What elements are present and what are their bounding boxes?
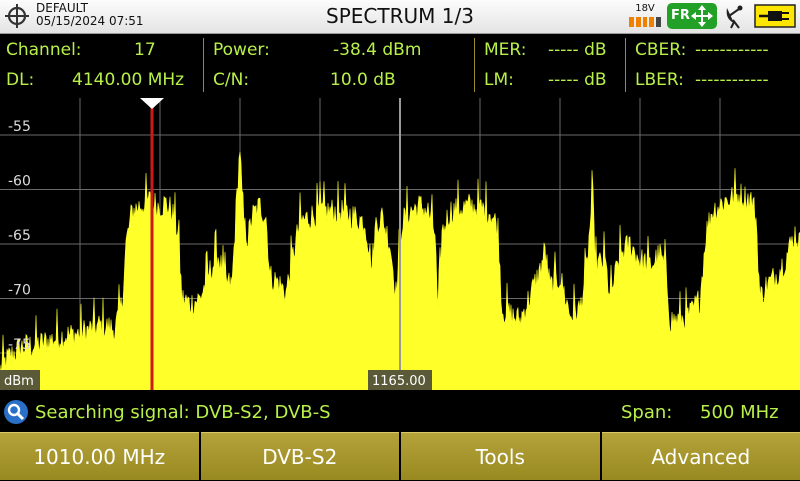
spectrum-plot[interactable]: -55 -60 -65 -70 -75 dBm 1165.00	[0, 98, 800, 390]
region-label: FR	[671, 8, 690, 23]
screen-title: SPECTRUM 1/3	[250, 4, 550, 28]
satellite-dish-icon	[722, 3, 748, 29]
tools-softkey[interactable]: Tools	[401, 432, 600, 480]
measurement-panel: Channel: 17 DL: 4140.00 MHz Power: -38.4…	[0, 34, 800, 96]
standard-softkey[interactable]: DVB-S2	[201, 432, 400, 480]
channel-label: Channel:	[6, 40, 82, 60]
lm-label: LM:	[484, 70, 514, 90]
span-label: Span:	[621, 402, 672, 423]
lber-value: ------------	[695, 70, 769, 90]
top-bar: DEFAULT 05/15/2024 07:51 SPECTRUM 1/3 18…	[0, 0, 800, 34]
span-value[interactable]: 500 MHz	[700, 402, 779, 423]
battery-indicator: 18V	[627, 3, 663, 29]
region-badge[interactable]: FR	[667, 3, 717, 29]
status-bar: Searching signal: DVB-S2, DVB-S Span: 50…	[0, 396, 800, 430]
channel-value: 17	[134, 40, 156, 60]
advanced-softkey[interactable]: Advanced	[602, 432, 800, 480]
divider	[203, 38, 204, 92]
y-tick-label: -60	[8, 174, 31, 190]
move-arrows-icon	[691, 5, 713, 27]
dl-value: 4140.00 MHz	[72, 70, 184, 90]
spectrum-chart[interactable]: -55 -60 -65 -70 -75 dBm 1165.00	[0, 98, 800, 390]
cn-label: C/N:	[213, 70, 249, 90]
softkey-bar: 1010.00 MHz DVB-S2 Tools Advanced	[0, 432, 800, 480]
y-tick-label: -75	[8, 337, 31, 353]
date-time: 05/15/2024 07:51	[36, 15, 144, 28]
y-tick-label: -70	[8, 282, 31, 298]
profile-block: DEFAULT 05/15/2024 07:51	[36, 2, 144, 28]
lm-value: ----- dB	[548, 70, 607, 90]
unit-label-box: dBm	[0, 370, 40, 390]
lber-label: LBER:	[635, 70, 684, 90]
search-status-text: Searching signal: DVB-S2, DVB-S	[35, 402, 331, 423]
mer-label: MER:	[484, 40, 526, 60]
divider	[625, 38, 626, 92]
y-tick-label: -65	[8, 228, 31, 244]
center-frequency-box: 1165.00	[368, 370, 432, 390]
divider	[474, 38, 475, 92]
cber-label: CBER:	[635, 40, 686, 60]
center-frequency-label: 1165.00	[372, 374, 426, 389]
battery-voltage: 18V	[627, 3, 663, 14]
crosshair-icon	[4, 3, 30, 29]
cn-value: 10.0 dB	[330, 70, 396, 90]
y-tick-labels: -55 -60 -65 -70 -75	[8, 119, 31, 353]
y-tick-label: -55	[8, 119, 31, 135]
unit-label: dBm	[4, 374, 34, 389]
power-value: -38.4 dBm	[333, 40, 421, 60]
mer-value: ----- dB	[548, 40, 607, 60]
dl-label: DL:	[6, 70, 34, 90]
power-plug-icon	[754, 3, 796, 29]
power-label: Power:	[213, 40, 270, 60]
battery-icon	[629, 17, 661, 27]
frequency-softkey[interactable]: 1010.00 MHz	[0, 432, 199, 480]
search-icon	[3, 399, 29, 425]
cber-value: ------------	[695, 40, 769, 60]
